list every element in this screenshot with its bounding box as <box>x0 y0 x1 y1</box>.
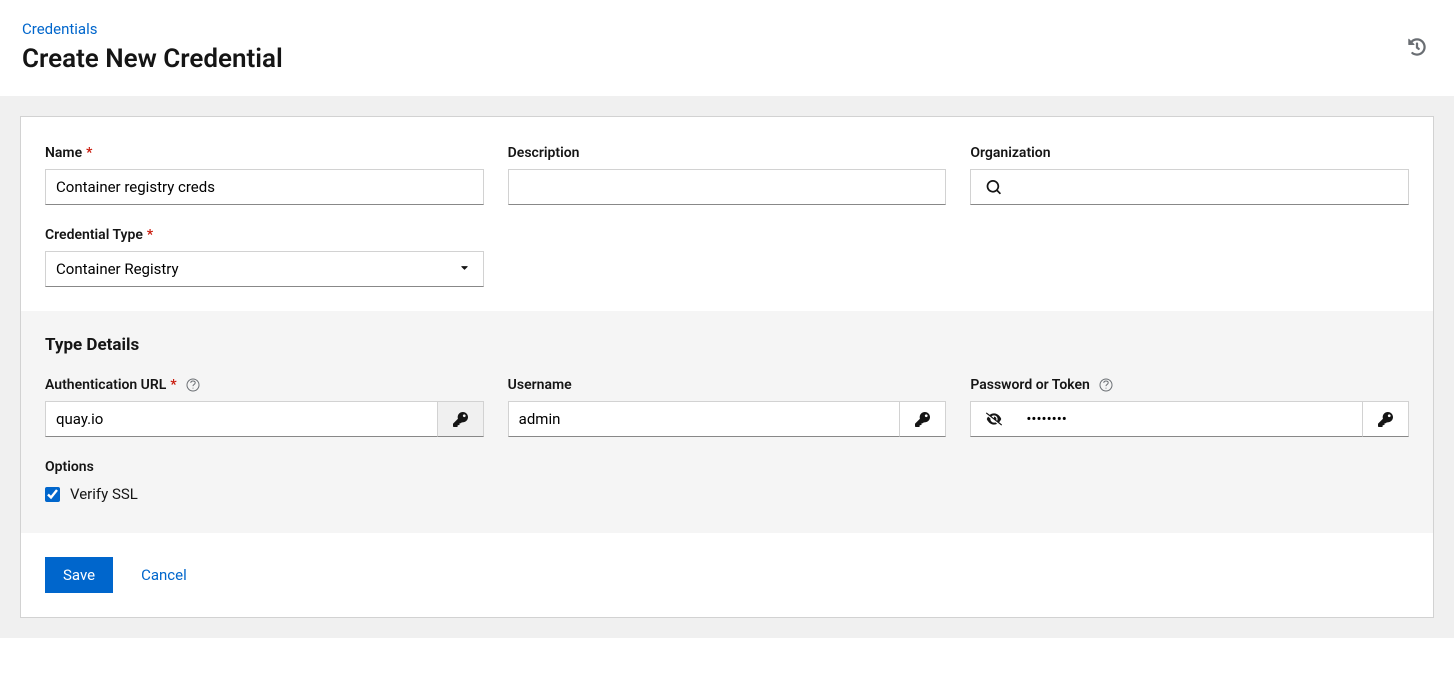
password-input[interactable] <box>1016 401 1363 437</box>
help-icon[interactable] <box>186 378 200 392</box>
username-group: Username <box>508 377 947 437</box>
key-icon[interactable] <box>900 401 946 437</box>
actions-section: Save Cancel <box>21 533 1433 617</box>
content-area: Name* Description Organization <box>0 96 1454 638</box>
organization-input[interactable] <box>1016 169 1409 205</box>
required-star: * <box>86 145 92 161</box>
type-details-section: Type Details Authentication URL* <box>21 311 1433 533</box>
required-star: * <box>170 377 176 393</box>
credential-type-select[interactable] <box>45 251 484 287</box>
verify-ssl-label: Verify SSL <box>70 485 138 503</box>
page-header: Credentials Create New Credential <box>0 0 1454 96</box>
breadcrumb-credentials[interactable]: Credentials <box>22 20 97 38</box>
history-icon[interactable] <box>1408 38 1426 56</box>
organization-group: Organization <box>970 145 1409 205</box>
key-icon[interactable] <box>438 401 484 437</box>
name-group: Name* <box>45 145 484 205</box>
credential-type-group: Credential Type* <box>45 227 484 287</box>
description-group: Description <box>508 145 947 205</box>
auth-url-group: Authentication URL* <box>45 377 484 437</box>
options-group: Options Verify SSL <box>45 459 1409 503</box>
required-star: * <box>147 227 153 243</box>
options-label: Options <box>45 459 1409 475</box>
username-label: Username <box>508 377 947 393</box>
description-input[interactable] <box>508 169 947 205</box>
page-title: Create New Credential <box>22 44 1432 74</box>
eye-slash-icon[interactable] <box>970 401 1016 437</box>
cancel-button[interactable]: Cancel <box>123 557 205 593</box>
name-input[interactable] <box>45 169 484 205</box>
verify-ssl-checkbox[interactable] <box>45 487 60 502</box>
credential-type-label: Credential Type* <box>45 227 484 243</box>
name-label: Name* <box>45 145 484 161</box>
auth-url-input[interactable] <box>45 401 438 437</box>
organization-label: Organization <box>970 145 1409 161</box>
password-group: Password or Token <box>970 377 1409 437</box>
basic-section: Name* Description Organization <box>21 117 1433 311</box>
key-icon[interactable] <box>1363 401 1409 437</box>
username-input[interactable] <box>508 401 901 437</box>
password-label: Password or Token <box>970 377 1409 393</box>
help-icon[interactable] <box>1099 378 1113 392</box>
type-details-heading: Type Details <box>45 335 1409 355</box>
search-icon[interactable] <box>970 169 1016 205</box>
credential-form-card: Name* Description Organization <box>20 116 1434 618</box>
auth-url-label: Authentication URL* <box>45 377 484 393</box>
description-label: Description <box>508 145 947 161</box>
save-button[interactable]: Save <box>45 557 113 593</box>
